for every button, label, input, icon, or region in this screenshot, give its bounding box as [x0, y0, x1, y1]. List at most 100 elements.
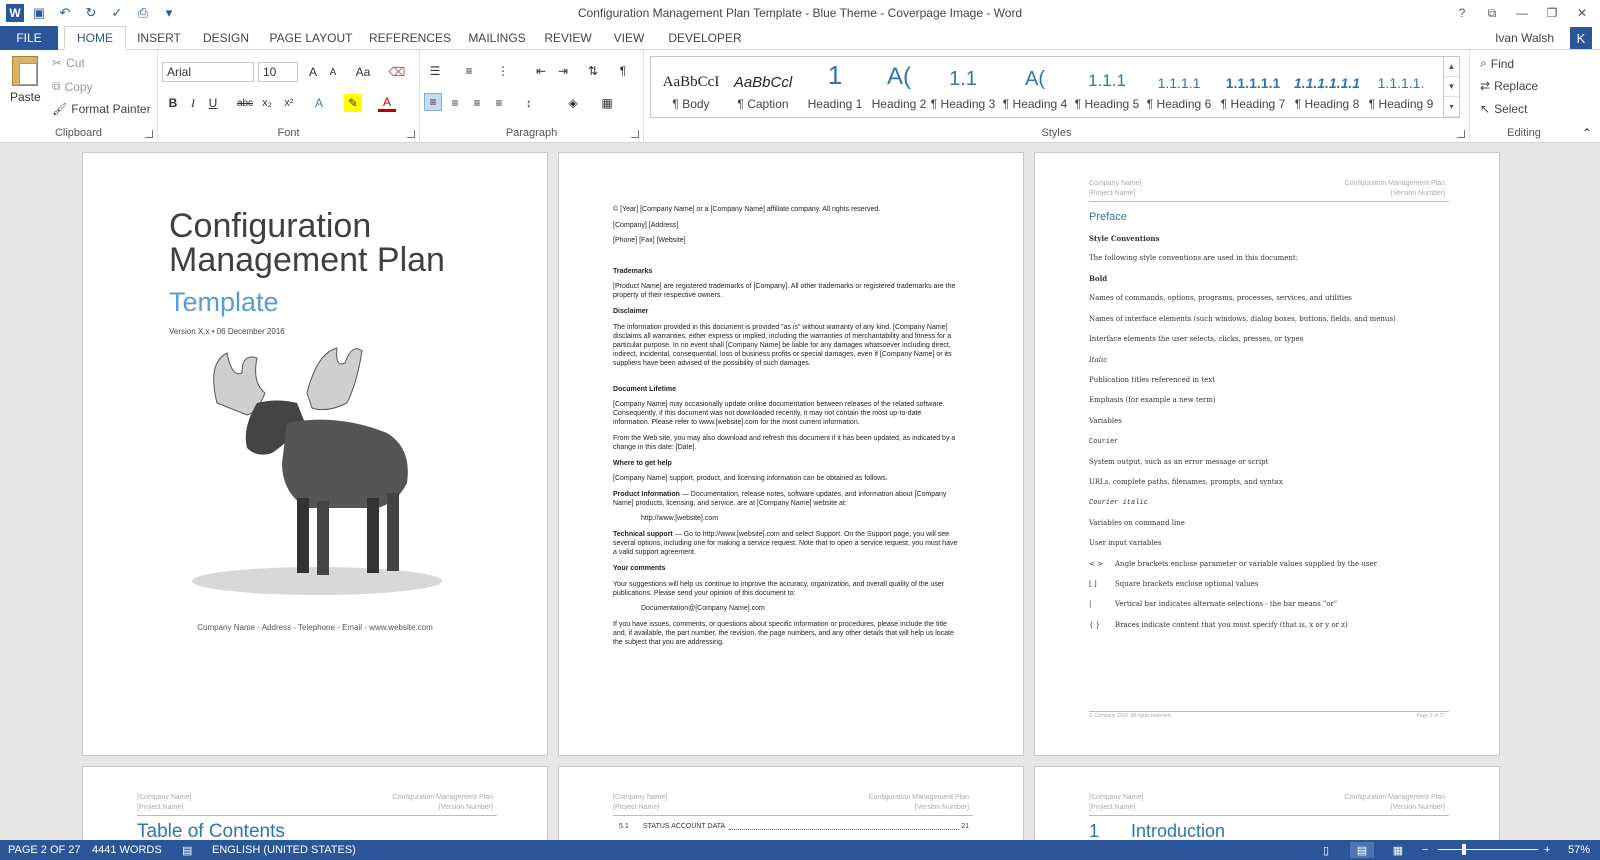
paragraph-launcher-icon[interactable]: [631, 130, 639, 138]
text-effects-icon[interactable]: A: [310, 94, 328, 112]
borders-icon[interactable]: ▦: [598, 94, 616, 112]
replace-button[interactable]: ⇄ Replace: [1480, 79, 1538, 93]
product-url[interactable]: http://www.[website].com: [641, 514, 987, 523]
styles-launcher-icon[interactable]: [1457, 130, 1465, 138]
style-heading-9[interactable]: 1.1.1.1. ¶ Heading 9: [1365, 57, 1437, 117]
font-color-icon[interactable]: A: [378, 94, 396, 112]
style-heading-1[interactable]: 1 Heading 1: [799, 57, 871, 117]
intro-heading-number: 1: [1089, 821, 1100, 840]
bullets-icon[interactable]: ☰: [426, 62, 444, 80]
document-area[interactable]: Configuration Management Plan Template Ve…: [0, 144, 1600, 840]
paste-button[interactable]: Paste: [10, 90, 41, 104]
style-heading-3[interactable]: 1.1 ¶ Heading 3: [927, 57, 999, 117]
style-body[interactable]: AaBbCcI ¶ Body: [655, 57, 727, 117]
styles-more-icon[interactable]: ▾: [1444, 97, 1459, 117]
tab-mailings[interactable]: MAILINGS: [462, 26, 532, 50]
format-painter-button[interactable]: 🖌 Format Painter: [52, 102, 151, 116]
minimize-button[interactable]: —: [1508, 2, 1536, 24]
language[interactable]: ENGLISH (UNITED STATES): [212, 844, 356, 856]
select-button[interactable]: ↖ Select: [1480, 102, 1527, 116]
font-launcher-icon[interactable]: [407, 130, 415, 138]
subscript-icon[interactable]: x₂: [258, 94, 276, 112]
page-preface[interactable]: Company Name] [Project Name] Configuratio…: [1034, 152, 1500, 756]
multilevel-list-icon[interactable]: ⋮: [494, 62, 512, 80]
align-left-icon[interactable]: ≡: [424, 93, 442, 111]
user-name[interactable]: Ivan Walsh: [1495, 31, 1554, 45]
change-case-icon[interactable]: Aa: [350, 63, 376, 81]
page-toc-continued[interactable]: [Company Name] [Project Name] Configurati…: [558, 766, 1024, 840]
proofing-icon[interactable]: ▤: [182, 844, 192, 857]
header-version: [Version Number]: [438, 804, 493, 811]
font-size-select[interactable]: 10: [258, 62, 298, 82]
page-introduction[interactable]: [Company Name] [Project Name] Configurati…: [1034, 766, 1500, 840]
numbering-icon[interactable]: ≡: [460, 62, 478, 80]
styles-down-icon[interactable]: ▼: [1444, 77, 1459, 97]
style-heading-4[interactable]: A(¶ Heading 4: [999, 57, 1071, 117]
clipboard-launcher-icon[interactable]: [145, 130, 153, 138]
clear-formatting-icon[interactable]: ⌫: [388, 63, 406, 81]
shrink-font-icon[interactable]: A: [324, 63, 342, 81]
avatar[interactable]: K: [1570, 27, 1592, 49]
page-cover[interactable]: Configuration Management Plan Template Ve…: [82, 152, 548, 756]
styles-up-icon[interactable]: ▲: [1444, 57, 1459, 77]
tab-file[interactable]: FILE: [0, 26, 58, 50]
bold-icon[interactable]: B: [164, 94, 182, 112]
style-preview: 1.1.1.1.1: [1225, 75, 1281, 91]
find-button[interactable]: ⌕ Find: [1480, 56, 1514, 71]
zoom-slider-thumb[interactable]: [1462, 844, 1467, 855]
show-formatting-icon[interactable]: ¶: [614, 62, 632, 80]
page-legal[interactable]: © [Year] [Company Name] or a [Company Na…: [558, 152, 1024, 756]
decrease-indent-icon[interactable]: ⇤: [532, 62, 550, 80]
tab-design[interactable]: DESIGN: [194, 26, 258, 50]
comments-email[interactable]: Documentation@[Company Name].com: [641, 604, 987, 613]
cut-button[interactable]: ✂ Cut: [52, 56, 85, 70]
increase-indent-icon[interactable]: ⇥: [554, 62, 572, 80]
toc-entry-text[interactable]: STATUS ACCOUNT DATA: [643, 823, 725, 830]
close-button[interactable]: ✕: [1568, 2, 1596, 24]
line-spacing-icon[interactable]: ↕: [520, 94, 538, 112]
collapse-ribbon-icon[interactable]: ⌃: [1578, 124, 1596, 142]
tab-page-layout[interactable]: PAGE LAYOUT: [264, 26, 358, 50]
word-count[interactable]: 4441 WORDS: [92, 844, 162, 856]
tab-developer[interactable]: DEVELOPER: [660, 26, 750, 50]
web-layout-icon[interactable]: ▦: [1386, 842, 1410, 858]
convention-description: Braces indicate content that you must sp…: [1115, 620, 1348, 629]
print-layout-icon[interactable]: ▤: [1350, 842, 1374, 858]
copy-button[interactable]: ⧉ Copy: [52, 79, 93, 94]
justify-icon[interactable]: ≡: [490, 94, 508, 112]
style-name: ¶ Heading 7: [1220, 97, 1286, 111]
strikethrough-icon[interactable]: abc: [236, 94, 254, 112]
zoom-level[interactable]: 57%: [1568, 844, 1590, 856]
underline-icon[interactable]: U: [204, 94, 222, 112]
font-name-select[interactable]: Arial: [162, 62, 254, 82]
zoom-in-button[interactable]: +: [1544, 844, 1550, 856]
ribbon-display-button[interactable]: ⧉: [1478, 2, 1506, 24]
style-heading-2[interactable]: A(Heading 2: [863, 57, 935, 117]
tab-review[interactable]: REVIEW: [538, 26, 598, 50]
tab-home[interactable]: HOME: [64, 26, 126, 50]
page-toc[interactable]: [Company Name] [Project Name] Configurati…: [82, 766, 548, 840]
shading-icon[interactable]: ◈: [564, 94, 582, 112]
highlight-icon[interactable]: ✎: [344, 94, 362, 112]
page-count[interactable]: PAGE 2 OF 27: [8, 844, 81, 856]
read-mode-icon[interactable]: ▯: [1314, 842, 1338, 858]
align-center-icon[interactable]: ≡: [446, 94, 464, 112]
style-heading-5[interactable]: 1.1.1 ¶ Heading 5: [1071, 57, 1143, 117]
paste-icon[interactable]: [12, 56, 38, 86]
italic-icon[interactable]: I: [184, 94, 202, 112]
help-button[interactable]: ?: [1448, 2, 1476, 24]
tab-insert[interactable]: INSERT: [130, 26, 188, 50]
style-caption[interactable]: AaBbCcl ¶ Caption: [727, 57, 799, 117]
style-heading-8[interactable]: 1.1.1.1.1.1 ¶ Heading 8: [1291, 57, 1363, 117]
superscript-icon[interactable]: x²: [280, 94, 298, 112]
sort-icon[interactable]: ⇅: [584, 62, 602, 80]
restore-button[interactable]: ❐: [1538, 2, 1566, 24]
style-heading-7[interactable]: 1.1.1.1.1 ¶ Heading 7: [1217, 57, 1289, 117]
zoom-slider[interactable]: [1438, 849, 1538, 850]
align-right-icon[interactable]: ≡: [468, 94, 486, 112]
tab-references[interactable]: REFERENCES: [364, 26, 456, 50]
style-heading-6[interactable]: 1.1.1.1 ¶ Heading 6: [1143, 57, 1215, 117]
tab-view[interactable]: VIEW: [604, 26, 654, 50]
grow-font-icon[interactable]: A: [304, 63, 322, 81]
zoom-out-button[interactable]: −: [1422, 844, 1428, 856]
